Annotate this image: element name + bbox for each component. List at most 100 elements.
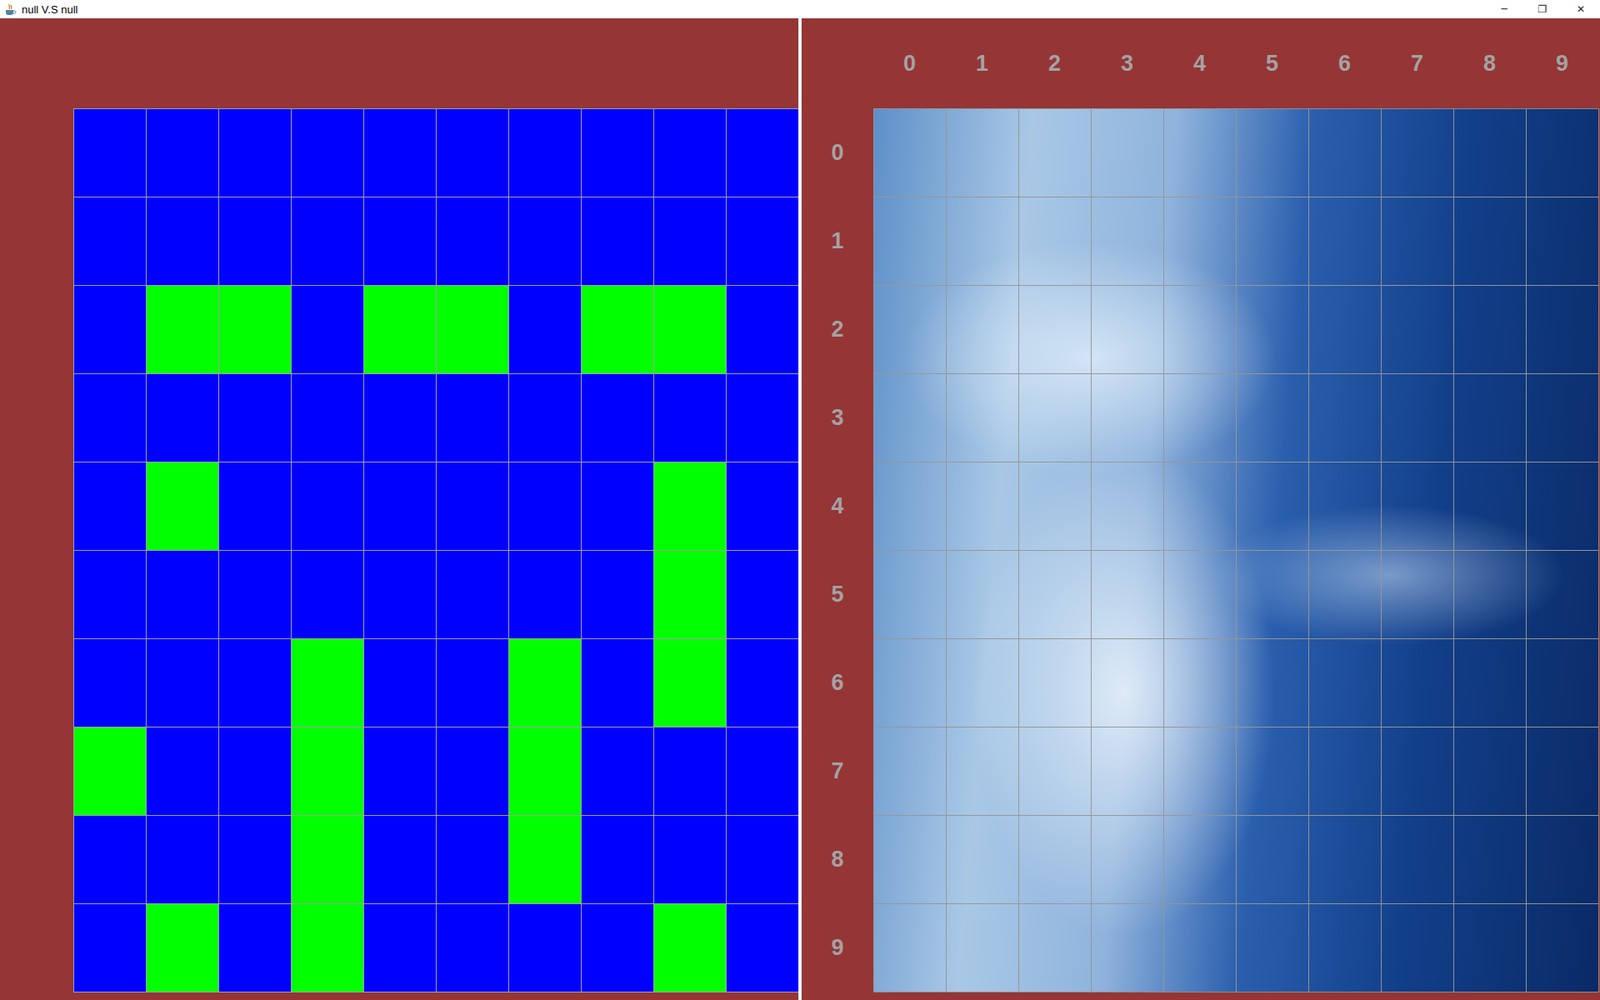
target-board-cell[interactable] bbox=[1308, 196, 1382, 286]
target-board-cell[interactable] bbox=[1453, 373, 1527, 463]
target-board-cell[interactable] bbox=[1235, 373, 1310, 463]
target-board-cell[interactable] bbox=[873, 815, 947, 905]
target-board-cell[interactable] bbox=[1308, 373, 1382, 463]
target-board-cell[interactable] bbox=[1308, 638, 1382, 728]
target-board-cell[interactable] bbox=[1018, 726, 1092, 816]
target-board-cell[interactable] bbox=[1525, 285, 1600, 375]
target-board-cell[interactable] bbox=[945, 550, 1020, 640]
target-board-cell[interactable] bbox=[945, 108, 1020, 198]
target-board-cell[interactable] bbox=[1308, 815, 1382, 905]
target-board-cell[interactable] bbox=[873, 373, 947, 463]
target-board-cell[interactable] bbox=[1235, 196, 1310, 286]
target-board-cell[interactable] bbox=[1018, 373, 1092, 463]
target-board-cell[interactable] bbox=[1235, 815, 1310, 905]
target-board-cell[interactable] bbox=[1380, 285, 1455, 375]
target-board-cell[interactable] bbox=[873, 285, 947, 375]
target-board-cell[interactable] bbox=[1018, 815, 1092, 905]
target-board-cell[interactable] bbox=[873, 196, 947, 286]
target-board-cell[interactable] bbox=[873, 550, 947, 640]
target-board-cell[interactable] bbox=[945, 461, 1020, 551]
target-board-cell[interactable] bbox=[1235, 550, 1310, 640]
target-board-cell[interactable] bbox=[1453, 108, 1527, 198]
target-board-cell[interactable] bbox=[1018, 903, 1092, 993]
target-board-cell[interactable] bbox=[945, 815, 1020, 905]
target-board-cell[interactable] bbox=[1380, 461, 1455, 551]
target-board-cell[interactable] bbox=[1525, 373, 1600, 463]
target-board-cell[interactable] bbox=[1380, 903, 1455, 993]
window-control-button[interactable]: ✕ bbox=[1561, 0, 1600, 19]
target-board-cell[interactable] bbox=[1453, 285, 1527, 375]
target-board-cell[interactable] bbox=[1163, 550, 1237, 640]
target-board-cell[interactable] bbox=[1525, 638, 1600, 728]
target-board-cell[interactable] bbox=[1090, 550, 1165, 640]
target-board-cell[interactable] bbox=[1380, 373, 1455, 463]
target-board-cell[interactable] bbox=[1308, 550, 1382, 640]
target-board-cell[interactable] bbox=[1235, 903, 1310, 993]
target-board-cell[interactable] bbox=[1453, 726, 1527, 816]
target-board-cell[interactable] bbox=[1018, 461, 1092, 551]
target-board-cell[interactable] bbox=[1380, 815, 1455, 905]
target-board-cell[interactable] bbox=[1308, 903, 1382, 993]
target-board-cell[interactable] bbox=[1090, 196, 1165, 286]
target-board-cell[interactable] bbox=[1163, 726, 1237, 816]
target-board-cell[interactable] bbox=[945, 196, 1020, 286]
target-board-cell[interactable] bbox=[1090, 108, 1165, 198]
target-board-cell[interactable] bbox=[1380, 726, 1455, 816]
target-board-cell[interactable] bbox=[1453, 903, 1527, 993]
target-board-cell[interactable] bbox=[1163, 461, 1237, 551]
target-board-cell[interactable] bbox=[1090, 638, 1165, 728]
target-board-cell[interactable] bbox=[1235, 285, 1310, 375]
target-board-cell[interactable] bbox=[1163, 285, 1237, 375]
target-board-cell[interactable] bbox=[873, 726, 947, 816]
target-board-cell[interactable] bbox=[1235, 726, 1310, 816]
target-board-cell[interactable] bbox=[1018, 196, 1092, 286]
target-board-cell[interactable] bbox=[1525, 550, 1600, 640]
target-board-cell[interactable] bbox=[1380, 638, 1455, 728]
target-board-cell[interactable] bbox=[1525, 196, 1600, 286]
target-board-cell[interactable] bbox=[1163, 373, 1237, 463]
target-board-cell[interactable] bbox=[1453, 550, 1527, 640]
target-board-cell[interactable] bbox=[1090, 285, 1165, 375]
target-board-cell[interactable] bbox=[945, 726, 1020, 816]
target-board-cell[interactable] bbox=[1018, 638, 1092, 728]
target-board-cell[interactable] bbox=[1308, 461, 1382, 551]
window-control-button[interactable]: ─ bbox=[1485, 0, 1524, 19]
target-board-cell[interactable] bbox=[873, 108, 947, 198]
target-board-cell[interactable] bbox=[1453, 638, 1527, 728]
target-board-cell[interactable] bbox=[1163, 815, 1237, 905]
target-board-cell[interactable] bbox=[1163, 638, 1237, 728]
target-board-cell[interactable] bbox=[873, 638, 947, 728]
target-board-cell[interactable] bbox=[1163, 903, 1237, 993]
target-board-cell[interactable] bbox=[1018, 108, 1092, 198]
target-board-cell[interactable] bbox=[873, 461, 947, 551]
target-board-cell[interactable] bbox=[1235, 638, 1310, 728]
target-board-cell[interactable] bbox=[1525, 108, 1600, 198]
target-board-cell[interactable] bbox=[1380, 196, 1455, 286]
target-board-cell[interactable] bbox=[1235, 461, 1310, 551]
target-board-cell[interactable] bbox=[945, 638, 1020, 728]
target-board-cell[interactable] bbox=[1525, 726, 1600, 816]
target-board-cell[interactable] bbox=[1380, 108, 1455, 198]
target-board-cell[interactable] bbox=[1018, 285, 1092, 375]
target-board-cell[interactable] bbox=[945, 373, 1020, 463]
target-board-cell[interactable] bbox=[1525, 815, 1600, 905]
target-board-cell[interactable] bbox=[873, 903, 947, 993]
target-board-cell[interactable] bbox=[1308, 285, 1382, 375]
target-board-cell[interactable] bbox=[1163, 108, 1237, 198]
target-board-cell[interactable] bbox=[1308, 726, 1382, 816]
target-board-cell[interactable] bbox=[1453, 196, 1527, 286]
target-board-cell[interactable] bbox=[1308, 108, 1382, 198]
target-board-cell[interactable] bbox=[1090, 461, 1165, 551]
target-board-cell[interactable] bbox=[1235, 108, 1310, 198]
window-control-button[interactable]: ❐ bbox=[1523, 0, 1562, 19]
target-board-cell[interactable] bbox=[1453, 815, 1527, 905]
target-board-cell[interactable] bbox=[945, 903, 1020, 993]
target-board-cell[interactable] bbox=[1090, 373, 1165, 463]
target-board-cell[interactable] bbox=[1018, 550, 1092, 640]
target-board-cell[interactable] bbox=[1090, 815, 1165, 905]
target-board-cell[interactable] bbox=[1380, 550, 1455, 640]
target-board-cell[interactable] bbox=[1090, 726, 1165, 816]
target-board-cell[interactable] bbox=[1090, 903, 1165, 993]
target-board-cell[interactable] bbox=[945, 285, 1020, 375]
target-board-cell[interactable] bbox=[1525, 903, 1600, 993]
